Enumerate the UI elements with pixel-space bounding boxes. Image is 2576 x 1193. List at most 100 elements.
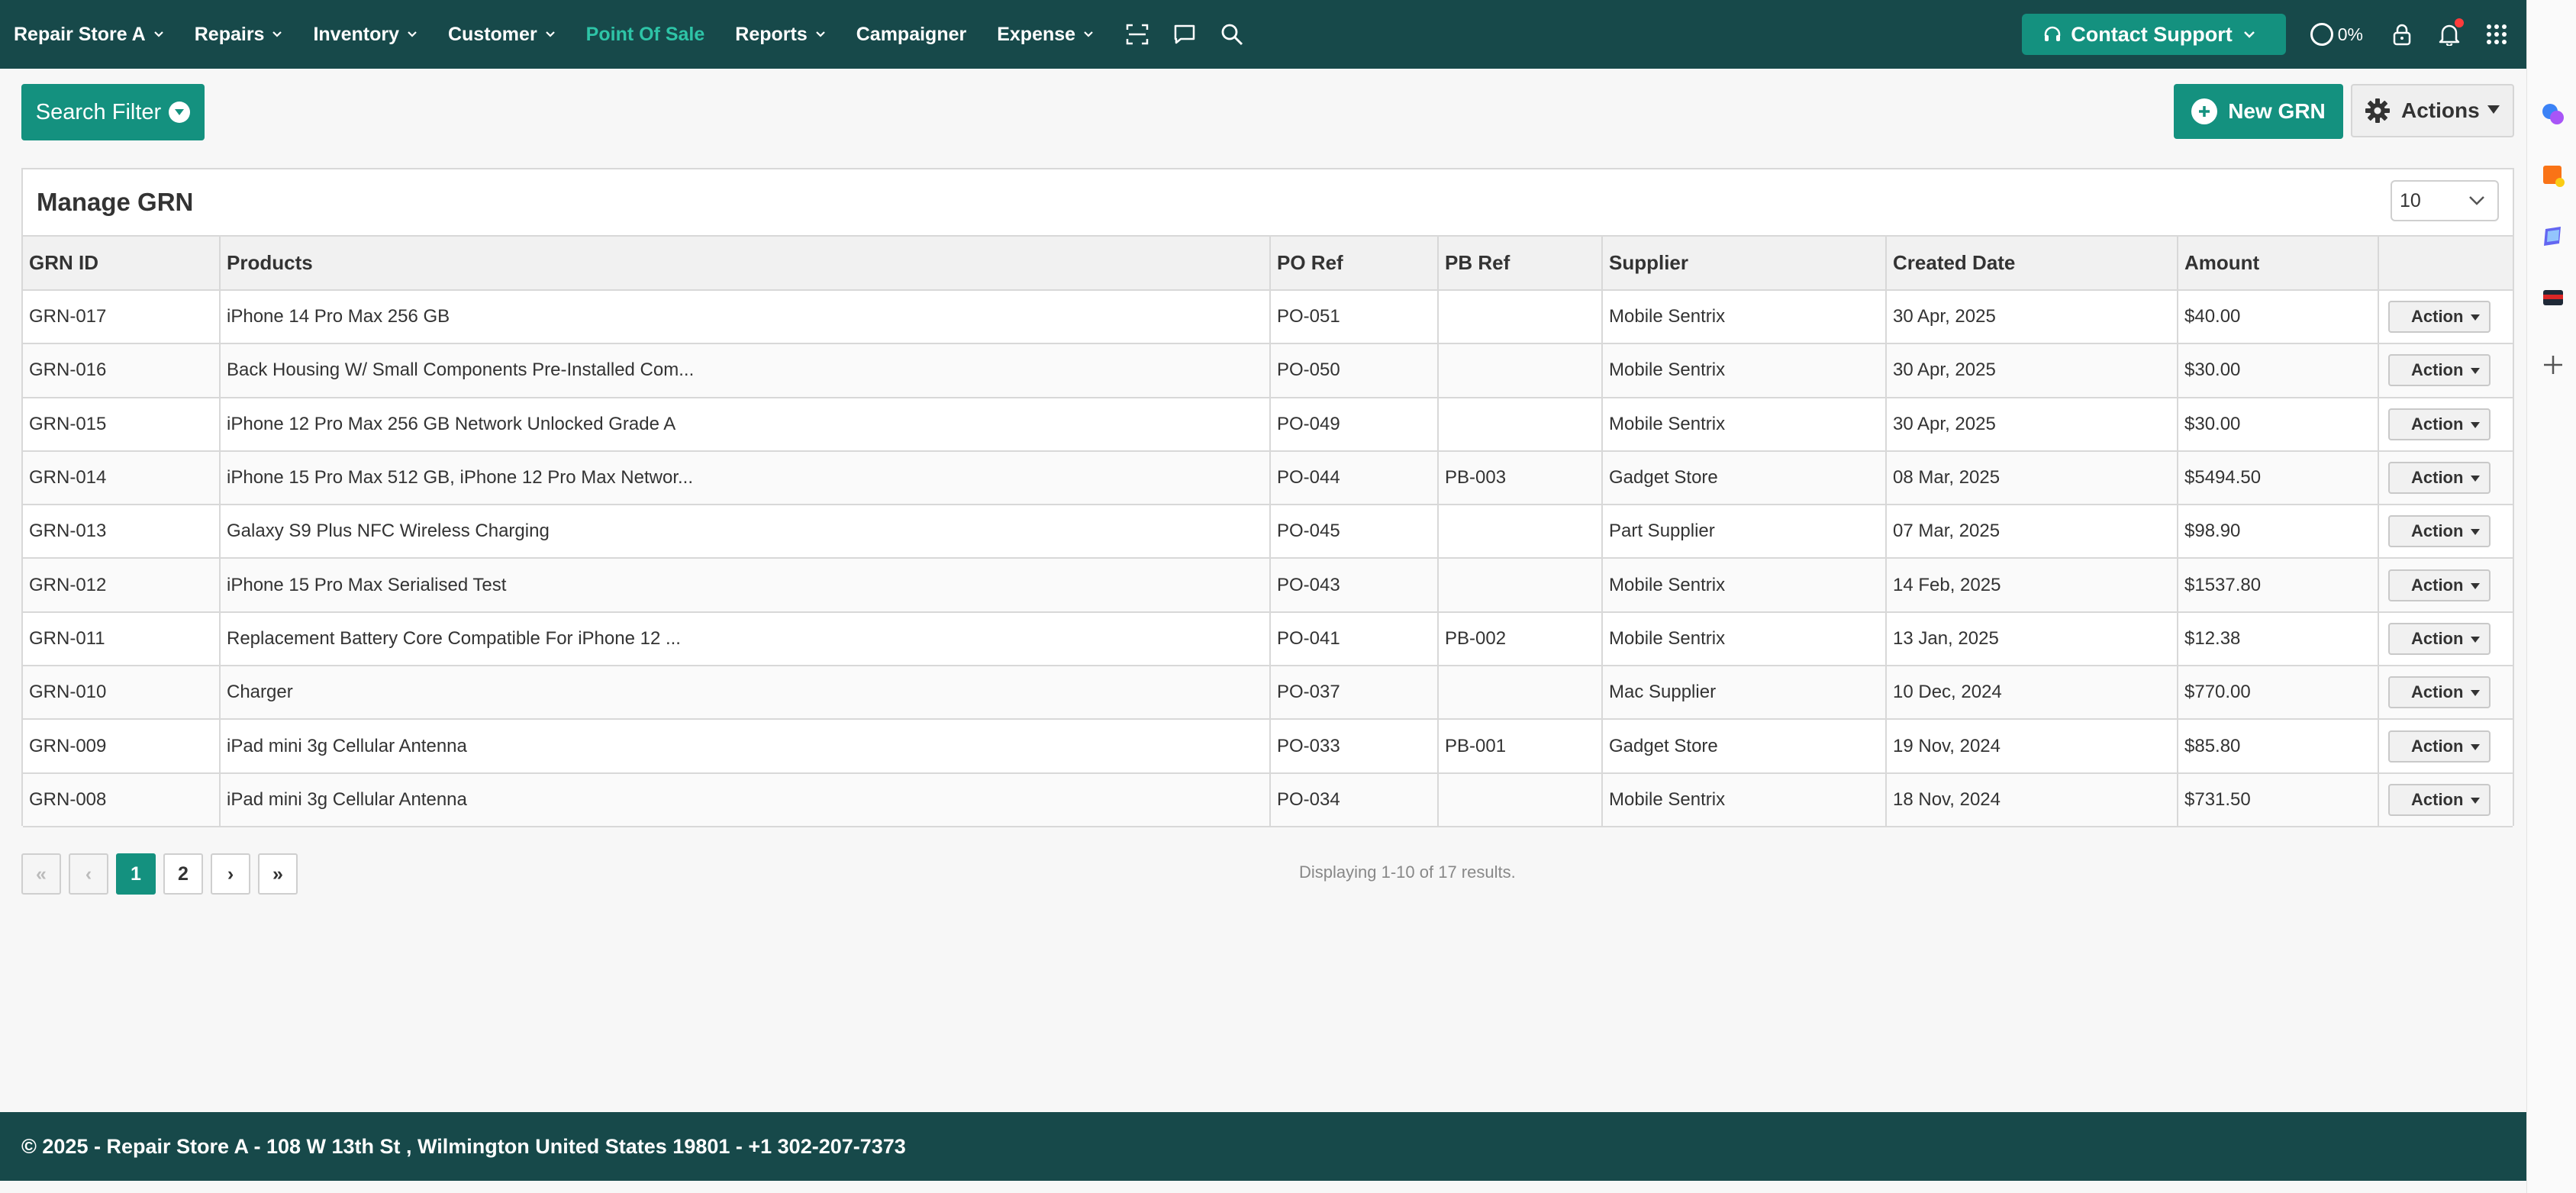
nav-item-reports[interactable]: Reports: [735, 24, 825, 46]
amount-cell: $731.50: [2178, 772, 2379, 827]
caret-down-icon: [2471, 476, 2480, 482]
right-extension-bar: [2526, 0, 2576, 1193]
column-header[interactable]: GRN ID: [23, 237, 221, 291]
amount-cell: $40.00: [2178, 290, 2379, 345]
caret-down-icon: [2471, 582, 2480, 589]
setup-progress[interactable]: 0%: [2310, 23, 2363, 46]
created-date-cell: 30 Apr, 2025: [1886, 290, 2178, 345]
lock-icon[interactable]: [2389, 21, 2415, 47]
supplier-cell: Mobile Sentrix: [1602, 558, 1887, 613]
page-1-button[interactable]: 1: [116, 853, 156, 895]
amount-cell: $1537.80: [2178, 558, 2379, 613]
page-2-button[interactable]: 2: [163, 853, 203, 895]
row-action-label: Action: [2411, 307, 2464, 327]
contact-support-button[interactable]: Contact Support: [2022, 14, 2286, 55]
layers-icon[interactable]: [2541, 224, 2565, 249]
chat-bubbles-icon[interactable]: [2541, 102, 2565, 127]
column-header[interactable]: Supplier: [1602, 237, 1887, 291]
pb-ref-cell: [1438, 290, 1603, 345]
table-row: GRN-016 Back Housing W/ Small Components …: [23, 343, 2513, 398]
nav-item-campaigner[interactable]: Campaigner: [856, 24, 966, 46]
actions-dropdown-button[interactable]: Actions: [2351, 84, 2514, 137]
main-menu: Repair Store A Repairs Inventory Customer Po…: [14, 24, 1124, 46]
last-page-button[interactable]: »: [258, 853, 298, 895]
row-action-button[interactable]: Action: [2388, 515, 2491, 548]
column-header[interactable]: Created Date: [1886, 237, 2178, 291]
nav-item-repair-store-a[interactable]: Repair Store A: [14, 24, 164, 46]
nav-item-expense[interactable]: Expense: [997, 24, 1094, 46]
pb-ref-cell: [1438, 397, 1603, 452]
action-cell: Action: [2378, 558, 2513, 613]
column-header[interactable]: PB Ref: [1438, 237, 1603, 291]
row-action-label: Action: [2411, 682, 2464, 702]
products-cell: iPad mini 3g Cellular Antenna: [220, 719, 1271, 774]
bell-icon[interactable]: [2436, 18, 2464, 47]
table-row: GRN-015 iPhone 12 Pro Max 256 GB Network …: [23, 397, 2513, 452]
chevron-down-icon: [545, 31, 555, 37]
row-action-label: Action: [2411, 521, 2464, 541]
search-icon[interactable]: [1219, 21, 1245, 47]
row-action-button[interactable]: Action: [2388, 730, 2491, 763]
gear-icon: [2365, 98, 2390, 123]
barcode-scan-icon[interactable]: [1124, 21, 1150, 47]
nav-item-customer[interactable]: Customer: [448, 24, 556, 46]
nav-item-inventory[interactable]: Inventory: [313, 24, 418, 46]
column-header[interactable]: PO Ref: [1270, 237, 1439, 291]
po-ref-cell: PO-050: [1270, 343, 1439, 398]
row-action-button[interactable]: Action: [2388, 622, 2491, 655]
page-size-select[interactable]: 10: [2391, 180, 2499, 221]
table-row: GRN-011 Replacement Battery Core Compatib…: [23, 611, 2513, 667]
wallet-icon[interactable]: [2541, 285, 2565, 310]
row-action-button[interactable]: Action: [2388, 783, 2491, 816]
chevron-down-icon: [153, 31, 163, 37]
column-header[interactable]: Amount: [2178, 237, 2379, 291]
table-row: GRN-014 iPhone 15 Pro Max 512 GB, iPhone …: [23, 450, 2513, 506]
amount-cell: $85.80: [2178, 719, 2379, 774]
row-action-button[interactable]: Action: [2388, 569, 2491, 601]
apps-grid-icon[interactable]: [2484, 21, 2510, 47]
grn-id-cell: GRN-008: [23, 772, 221, 827]
row-action-button[interactable]: Action: [2388, 354, 2491, 387]
nav-item-label: Point Of Sale: [585, 23, 705, 45]
row-action-button[interactable]: Action: [2388, 301, 2491, 334]
add-extension-icon[interactable]: [2541, 353, 2565, 377]
amount-cell: $5494.50: [2178, 450, 2379, 506]
prev-page-button[interactable]: ‹: [69, 853, 108, 895]
chat-icon[interactable]: [1172, 21, 1198, 47]
nav-item-repairs[interactable]: Repairs: [195, 24, 283, 46]
caret-down-icon: [2471, 529, 2480, 536]
column-header[interactable]: [2378, 237, 2513, 291]
table-row: GRN-008 iPad mini 3g Cellular Antenna PO-0…: [23, 772, 2513, 827]
column-header[interactable]: Products: [220, 237, 1271, 291]
search-filter-button[interactable]: Search Filter: [21, 84, 205, 140]
action-cell: Action: [2378, 290, 2513, 345]
action-cell: Action: [2378, 611, 2513, 667]
row-action-button[interactable]: Action: [2388, 676, 2491, 709]
products-cell: Charger: [220, 666, 1271, 721]
amount-cell: $12.38: [2178, 611, 2379, 667]
nav-item-label: Expense: [997, 23, 1076, 45]
pb-ref-cell: [1438, 343, 1603, 398]
row-action-button[interactable]: Action: [2388, 462, 2491, 495]
po-ref-cell: PO-034: [1270, 772, 1439, 827]
plus-circle-icon: [2191, 98, 2218, 124]
chevron-down-icon: [2243, 31, 2255, 38]
nav-item-label: Campaigner: [856, 23, 967, 45]
note-icon[interactable]: [2541, 163, 2565, 188]
grn-id-cell: GRN-009: [23, 719, 221, 774]
created-date-cell: 30 Apr, 2025: [1886, 343, 2178, 398]
row-action-button[interactable]: Action: [2388, 408, 2491, 440]
nav-item-label: Reports: [735, 23, 808, 45]
headset-icon: [2045, 26, 2061, 41]
results-info: Displaying 1-10 of 17 results.: [1299, 863, 1516, 882]
first-page-button[interactable]: «: [21, 853, 61, 895]
nav-item-point-of-sale[interactable]: Point Of Sale: [586, 24, 705, 46]
po-ref-cell: PO-033: [1270, 719, 1439, 774]
next-page-button[interactable]: ›: [211, 853, 250, 895]
manage-grn-panel: Manage GRN 10 GRN ID Products PO Ref PB Ref…: [21, 168, 2514, 827]
new-grn-button[interactable]: New GRN: [2174, 84, 2343, 139]
table-row: GRN-017 iPhone 14 Pro Max 256 GB PO-051 Mob…: [23, 290, 2513, 345]
chevron-down-icon: [815, 31, 825, 37]
grn-id-cell: GRN-012: [23, 558, 221, 613]
caret-down-icon: [2471, 368, 2480, 375]
